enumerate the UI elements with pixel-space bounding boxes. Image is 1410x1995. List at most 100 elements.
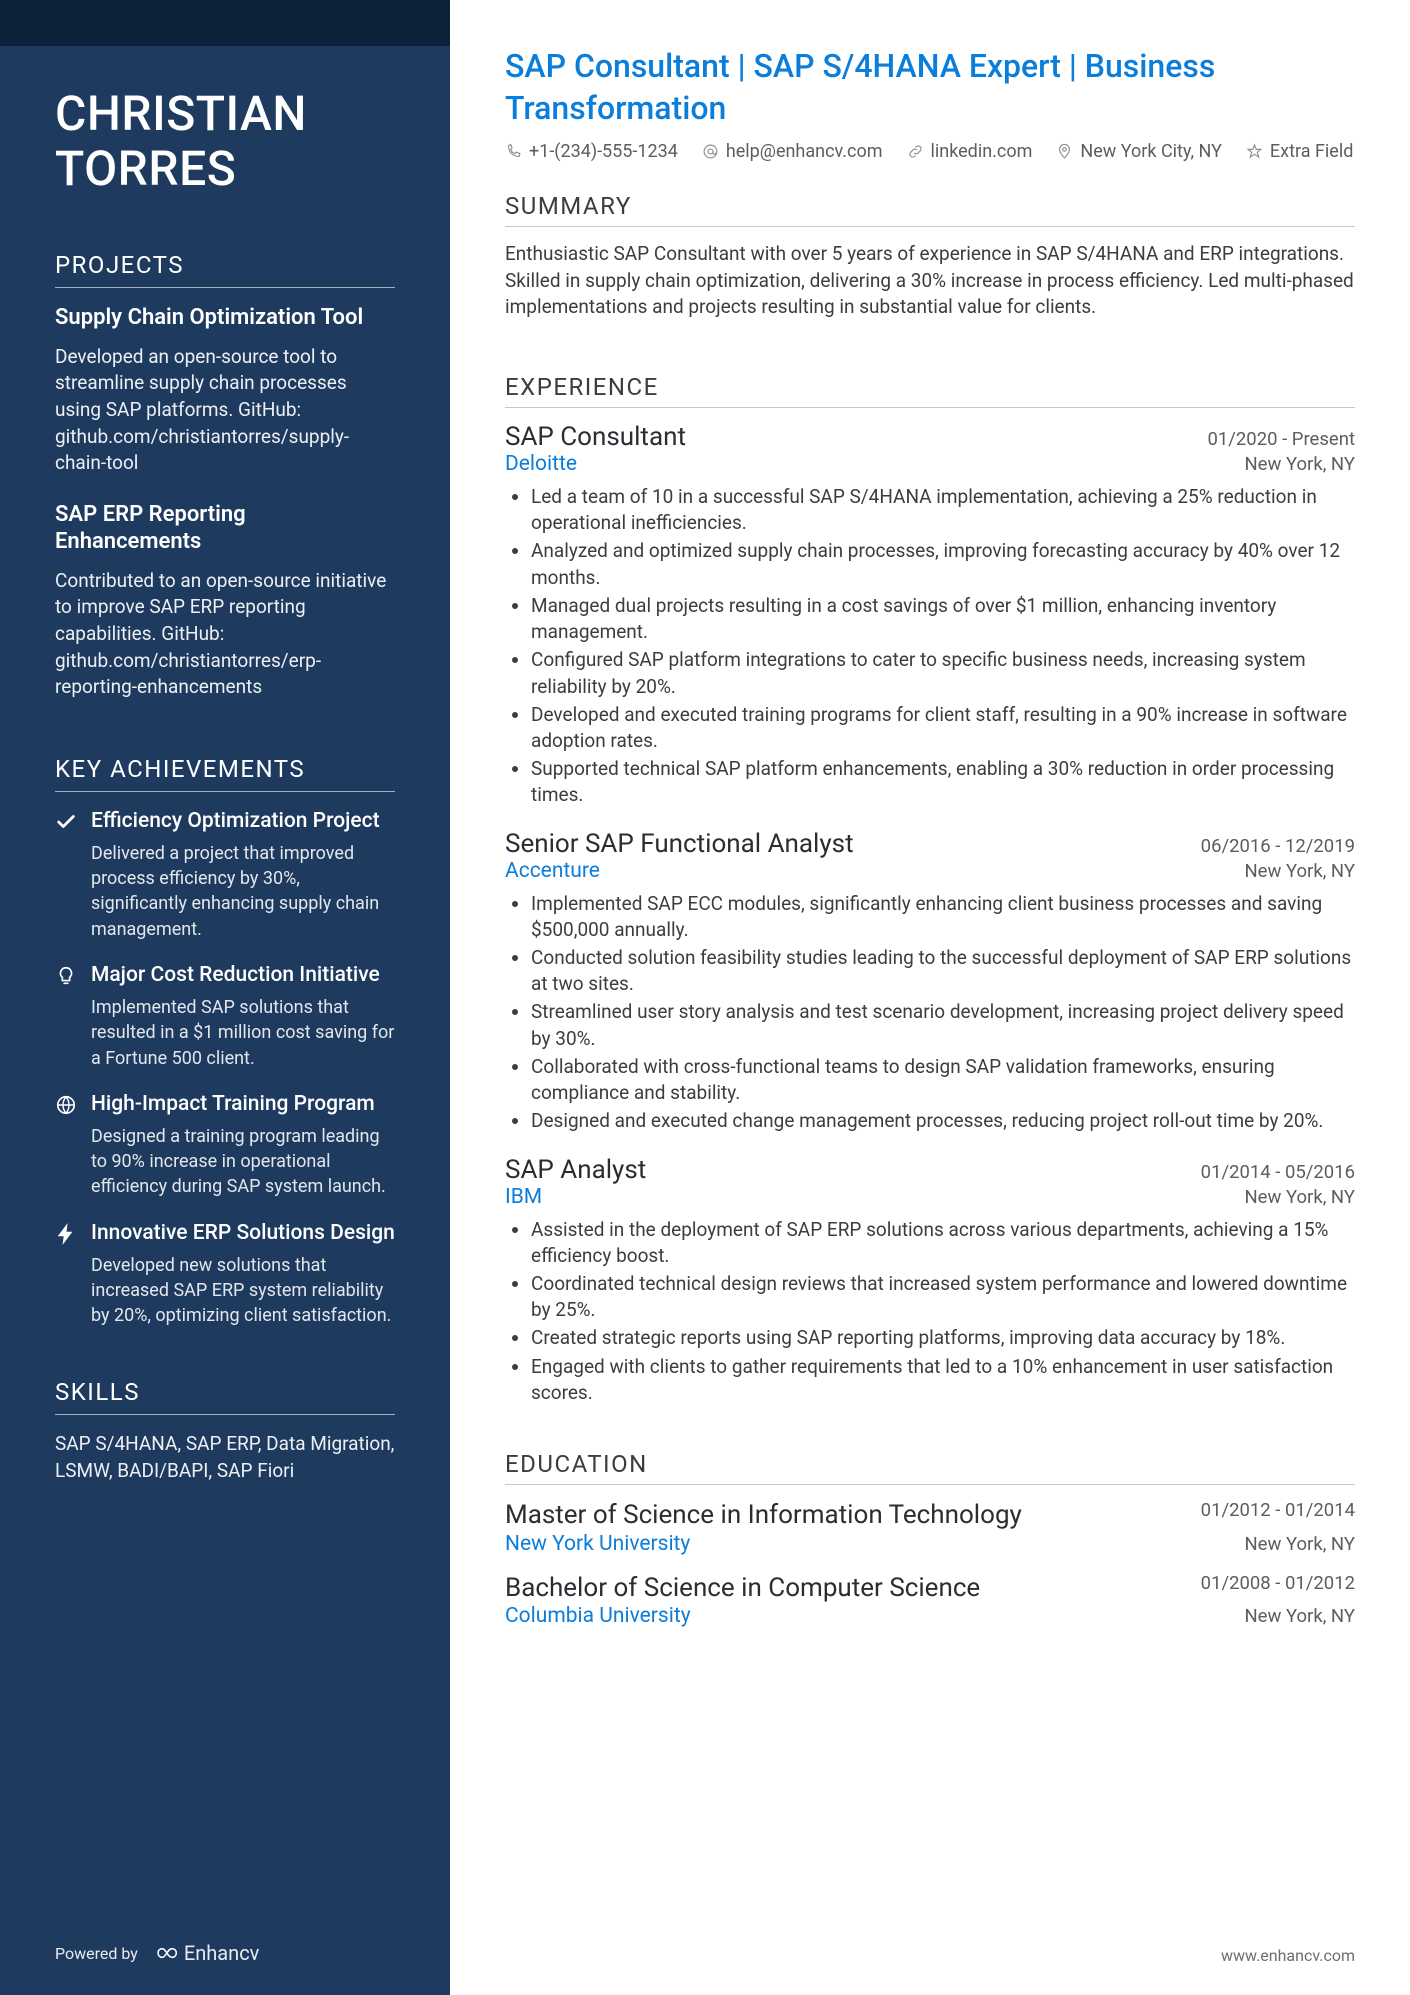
- achievement-desc: Delivered a project that improved proces…: [91, 841, 395, 942]
- job-bullets: Led a team of 10 in a successful SAP S/4…: [505, 484, 1355, 809]
- headline: SAP Consultant | SAP S/4HANA Expert | Bu…: [505, 46, 1355, 129]
- edu-location: New York, NY: [1244, 1533, 1355, 1555]
- name-block: CHRISTIAN TORRES: [55, 86, 395, 196]
- check-icon: [55, 811, 77, 833]
- edu-degree: Master of Science in Information Technol…: [505, 1499, 1022, 1532]
- divider: [505, 1484, 1355, 1485]
- project-title: Supply Chain Optimization Tool: [55, 304, 395, 332]
- footer-url: www.enhancv.com: [1221, 1946, 1355, 1965]
- education-section: EDUCATION Master of Science in Informati…: [505, 1450, 1355, 1644]
- job: Senior SAP Functional Analyst 06/2016 - …: [505, 829, 1355, 1135]
- edu-degree: Bachelor of Science in Computer Science: [505, 1572, 980, 1605]
- achievement-desc: Developed new solutions that increased S…: [91, 1253, 395, 1329]
- contact-email-text: help@enhancv.com: [726, 141, 883, 162]
- achievement-title: Innovative ERP Solutions Design: [91, 1220, 395, 1247]
- contact-linkedin: linkedin.com: [907, 141, 1033, 162]
- job-bullet: Coordinated technical design reviews tha…: [531, 1271, 1355, 1323]
- project-title: SAP ERP Reporting Enhancements: [55, 501, 395, 556]
- lightbulb-icon: [55, 965, 77, 987]
- powered-by-label: Powered by: [55, 1944, 138, 1963]
- achievement-title: Major Cost Reduction Initiative: [91, 962, 395, 989]
- contact-linkedin-text: linkedin.com: [931, 141, 1033, 162]
- sidebar-content: CHRISTIAN TORRES PROJECTS Supply Chain O…: [0, 46, 450, 1921]
- star-icon: [1246, 143, 1263, 160]
- achievement-desc: Implemented SAP solutions that resulted …: [91, 995, 395, 1071]
- job-title: SAP Analyst: [505, 1155, 646, 1185]
- projects-title: PROJECTS: [55, 251, 395, 279]
- contacts: +1-(234)-555-1234 help@enhancv.com linke…: [505, 141, 1355, 162]
- achievements-title: KEY ACHIEVEMENTS: [55, 755, 395, 783]
- job-company: IBM: [505, 1185, 542, 1209]
- name-last: TORRES: [55, 141, 395, 196]
- project-desc: Contributed to an open-source initiative…: [55, 568, 395, 701]
- education-item: Master of Science in Information Technol…: [505, 1499, 1355, 1556]
- infinity-icon: [152, 1944, 178, 1962]
- skills-section: SKILLS SAP S/4HANA, SAP ERP, Data Migrat…: [55, 1378, 395, 1484]
- achievement: Major Cost Reduction Initiative Implemen…: [55, 962, 395, 1071]
- at-icon: [702, 143, 719, 160]
- job-bullet: Configured SAP platform integrations to …: [531, 647, 1355, 699]
- job-company: Deloitte: [505, 452, 577, 476]
- achievement: Innovative ERP Solutions Design Develope…: [55, 1220, 395, 1329]
- project-desc: Developed an open-source tool to streaml…: [55, 344, 395, 477]
- project: Supply Chain Optimization Tool Developed…: [55, 304, 395, 476]
- job-bullet: Conducted solution feasibility studies l…: [531, 945, 1355, 997]
- divider: [55, 287, 395, 288]
- pin-icon: [1056, 143, 1073, 160]
- edu-dates: 01/2012 - 01/2014: [1201, 1499, 1355, 1521]
- experience-section: EXPERIENCE SAP Consultant 01/2020 - Pres…: [505, 373, 1355, 1426]
- contact-extra: Extra Field: [1246, 141, 1353, 162]
- job-location: New York, NY: [1244, 1186, 1355, 1208]
- skills-text: SAP S/4HANA, SAP ERP, Data Migration, LS…: [55, 1431, 395, 1484]
- education-title: EDUCATION: [505, 1450, 1355, 1478]
- job-bullet: Streamlined user story analysis and test…: [531, 999, 1355, 1051]
- projects-section: PROJECTS Supply Chain Optimization Tool …: [55, 251, 395, 724]
- job-bullet: Analyzed and optimized supply chain proc…: [531, 538, 1355, 590]
- achievement-title: Efficiency Optimization Project: [91, 808, 395, 835]
- achievement-title: High-Impact Training Program: [91, 1091, 395, 1118]
- link-icon: [907, 143, 924, 160]
- sidebar: CHRISTIAN TORRES PROJECTS Supply Chain O…: [0, 0, 450, 1995]
- divider: [505, 407, 1355, 408]
- contact-location-text: New York City, NY: [1080, 141, 1222, 162]
- bolt-icon: [55, 1223, 77, 1245]
- job: SAP Consultant 01/2020 - Present Deloitt…: [505, 422, 1355, 809]
- job-dates: 01/2014 - 05/2016: [1201, 1161, 1355, 1183]
- achievements-section: KEY ACHIEVEMENTS Efficiency Optimization…: [55, 755, 395, 1349]
- enhancv-logo: Enhancv: [152, 1941, 260, 1965]
- contact-phone-text: +1-(234)-555-1234: [529, 141, 678, 162]
- contact-location: New York City, NY: [1056, 141, 1222, 162]
- job-bullet: Led a team of 10 in a successful SAP S/4…: [531, 484, 1355, 536]
- edu-location: New York, NY: [1244, 1605, 1355, 1627]
- job-dates: 06/2016 - 12/2019: [1201, 835, 1355, 857]
- main-footer: www.enhancv.com: [505, 1946, 1355, 1965]
- achievement-desc: Designed a training program leading to 9…: [91, 1124, 395, 1200]
- job-location: New York, NY: [1244, 860, 1355, 882]
- edu-dates: 01/2008 - 01/2012: [1201, 1572, 1355, 1594]
- job-bullet: Engaged with clients to gather requireme…: [531, 1354, 1355, 1406]
- contact-extra-text: Extra Field: [1270, 141, 1353, 162]
- skills-title: SKILLS: [55, 1378, 395, 1406]
- job-bullet: Developed and executed training programs…: [531, 702, 1355, 754]
- job-dates: 01/2020 - Present: [1207, 428, 1355, 450]
- phone-icon: [505, 143, 522, 160]
- job-location: New York, NY: [1244, 453, 1355, 475]
- job-bullet: Implemented SAP ECC modules, significant…: [531, 891, 1355, 943]
- job-title: SAP Consultant: [505, 422, 686, 452]
- sidebar-topbar: [0, 0, 450, 46]
- job: SAP Analyst 01/2014 - 05/2016 IBM New Yo…: [505, 1155, 1355, 1407]
- education-item: Bachelor of Science in Computer Science …: [505, 1572, 1355, 1629]
- job-bullet: Managed dual projects resulting in a cos…: [531, 593, 1355, 645]
- contact-email: help@enhancv.com: [702, 141, 883, 162]
- project: SAP ERP Reporting Enhancements Contribut…: [55, 501, 395, 701]
- experience-title: EXPERIENCE: [505, 373, 1355, 401]
- globe-icon: [55, 1094, 77, 1116]
- summary-section: SUMMARY Enthusiastic SAP Consultant with…: [505, 192, 1355, 349]
- divider: [55, 1414, 395, 1415]
- sidebar-footer: Powered by Enhancv: [0, 1921, 450, 1995]
- job-bullets: Assisted in the deployment of SAP ERP so…: [505, 1217, 1355, 1407]
- resume-page: CHRISTIAN TORRES PROJECTS Supply Chain O…: [0, 0, 1410, 1995]
- summary-title: SUMMARY: [505, 192, 1355, 220]
- job-bullet: Supported technical SAP platform enhance…: [531, 756, 1355, 808]
- edu-school: Columbia University: [505, 1604, 691, 1628]
